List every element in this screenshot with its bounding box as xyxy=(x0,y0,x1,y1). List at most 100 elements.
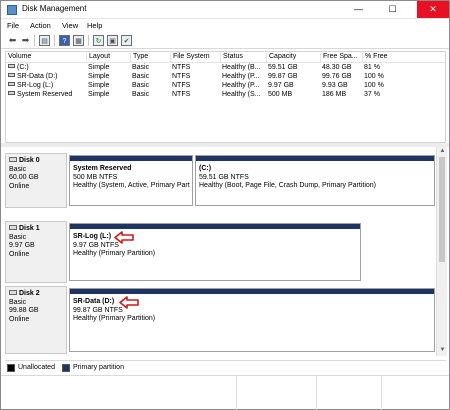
disk-label-0[interactable]: Disk 0 Basic 60.00 GB Online xyxy=(5,153,67,208)
percent-free-cell: 100 % xyxy=(364,73,384,80)
maximize-button[interactable]: ☐ xyxy=(379,1,406,18)
disk-label-2[interactable]: Disk 2 Basic 99.88 GB Online xyxy=(5,286,67,354)
status-bar-divider xyxy=(236,376,237,410)
toolbar-separator xyxy=(88,35,89,46)
disk-size: 60.00 GB xyxy=(9,174,39,181)
menu-view[interactable]: View xyxy=(62,21,78,30)
file-system-cell: NTFS xyxy=(172,73,191,80)
status-cell: Healthy (B... xyxy=(222,64,261,71)
partition-c[interactable]: (C:) 59.51 GB NTFS Healthy (Boot, Page F… xyxy=(195,155,435,206)
capacity-cell: 9.97 GB xyxy=(268,82,294,89)
file-system-cell: NTFS xyxy=(172,91,191,98)
free-space-cell: 9.93 GB xyxy=(322,82,348,89)
console-tree-icon[interactable]: ▤ xyxy=(39,35,50,46)
layout-cell: Simple xyxy=(88,64,110,71)
properties-icon[interactable]: ▦ xyxy=(73,35,84,46)
close-button[interactable]: ✕ xyxy=(417,1,449,18)
column-header-type[interactable]: Type xyxy=(130,53,148,63)
partition-status: Healthy (System, Active, Primary Part xyxy=(73,182,190,190)
menu-file[interactable]: File xyxy=(7,21,19,30)
volume-icon xyxy=(8,91,15,95)
layout-cell: Simple xyxy=(88,91,110,98)
column-header-file-system[interactable]: File System xyxy=(170,53,210,63)
column-header-percent-free[interactable]: % Free xyxy=(362,53,388,63)
refresh-icon[interactable]: ↻ xyxy=(93,35,104,46)
percent-free-cell: 100 % xyxy=(364,82,384,89)
column-header-free-space[interactable]: Free Spa... xyxy=(320,53,358,63)
disk-size: 99.88 GB xyxy=(9,307,39,314)
file-system-cell: NTFS xyxy=(172,64,191,71)
partition-header-bar xyxy=(70,289,434,294)
status-cell: Healthy (P... xyxy=(222,82,260,89)
status-bar-divider xyxy=(381,376,382,410)
status-cell: Healthy (S... xyxy=(222,91,261,98)
percent-free-cell: 37 % xyxy=(364,91,380,98)
disk-row-2: Disk 2 Basic 99.88 GB Online SR-Data (D:… xyxy=(5,286,436,354)
free-space-cell: 48.30 GB xyxy=(322,64,352,71)
volume-name-cell: System Reserved xyxy=(8,91,72,98)
partition-status: Healthy (Primary Partition) xyxy=(73,250,156,258)
scrollbar-thumb[interactable] xyxy=(439,157,445,262)
capacity-cell: 99.87 GB xyxy=(268,73,298,80)
scroll-down-icon[interactable]: ▼ xyxy=(437,347,448,353)
help-icon[interactable]: ? xyxy=(59,35,70,46)
partition-header-bar xyxy=(196,156,434,161)
volume-name-cell: SR-Data (D:) xyxy=(8,73,57,80)
disk-icon xyxy=(9,157,17,162)
disk-icon xyxy=(9,225,17,230)
highlight-arrow-icon xyxy=(114,231,134,244)
type-cell: Basic xyxy=(132,73,150,80)
disk-type: Basic xyxy=(9,298,27,306)
disk-icon xyxy=(9,290,17,295)
partition-size: 99.87 GB NTFS xyxy=(73,306,123,314)
disk-pane-scrollbar[interactable]: ▲ ▼ xyxy=(436,147,447,356)
menu-action[interactable]: Action xyxy=(30,21,51,30)
disk-row-1: Disk 1 Basic 9.97 GB Online SR-Log (L:) … xyxy=(5,221,436,283)
partition-size: 500 MB NTFS xyxy=(73,173,118,181)
volume-row-system-reserved[interactable]: System Reserved Simple Basic NTFS Health… xyxy=(6,91,445,101)
forward-icon[interactable]: ➡ xyxy=(20,35,31,46)
partition-system-reserved[interactable]: System Reserved 500 MB NTFS Healthy (Sys… xyxy=(69,155,193,206)
legend-unallocated-swatch xyxy=(7,364,15,372)
disk-size: 9.97 GB xyxy=(9,242,35,249)
status-cell: Healthy (P... xyxy=(222,73,260,80)
disk-row-0: Disk 0 Basic 60.00 GB Online System Rese… xyxy=(5,153,436,208)
column-header-layout[interactable]: Layout xyxy=(86,53,110,63)
capacity-cell: 59.51 GB xyxy=(268,64,298,71)
toolbar-separator xyxy=(34,35,35,46)
legend-primary-swatch xyxy=(62,364,70,372)
disk-label-1[interactable]: Disk 1 Basic 9.97 GB Online xyxy=(5,221,67,283)
connect-icon[interactable]: ▣ xyxy=(107,35,118,46)
toolbar-separator xyxy=(54,35,55,46)
type-cell: Basic xyxy=(132,82,150,89)
layout-cell: Simple xyxy=(88,73,110,80)
file-system-cell: NTFS xyxy=(172,82,191,89)
volume-list: Volume Layout Type File System Status Ca… xyxy=(5,51,446,143)
column-header-capacity[interactable]: Capacity xyxy=(266,53,296,63)
disk-map-pane: Disk 0 Basic 60.00 GB Online System Rese… xyxy=(5,147,436,356)
volume-icon xyxy=(8,64,15,68)
free-space-cell: 186 MB xyxy=(322,91,347,98)
partition-status: Healthy (Boot, Page File, Crash Dump, Pr… xyxy=(199,182,377,190)
disk-status: Online xyxy=(9,315,30,323)
minimize-button[interactable]: — xyxy=(345,1,372,18)
scroll-up-icon[interactable]: ▲ xyxy=(437,148,448,154)
toolbar: ⬅ ➡ ▤ ? ▦ ↻ ▣ ✔ xyxy=(1,32,449,49)
column-header-volume[interactable]: Volume xyxy=(6,53,31,63)
volume-name-cell: SR-Log (L:) xyxy=(8,82,53,89)
status-bar xyxy=(1,375,449,410)
legend: Unallocated Primary partition xyxy=(5,360,446,372)
rescan-icon[interactable]: ✔ xyxy=(121,35,132,46)
window-title: Disk Management xyxy=(22,4,87,13)
back-icon[interactable]: ⬅ xyxy=(7,35,18,46)
menu-help[interactable]: Help xyxy=(87,21,102,30)
volume-list-header: Volume Layout Type File System Status Ca… xyxy=(6,52,445,63)
type-cell: Basic xyxy=(132,91,150,98)
partition-sr-log[interactable]: SR-Log (L:) 9.97 GB NTFS Healthy (Primar… xyxy=(69,223,361,281)
disk-management-window: Disk Management — ☐ ✕ File Action View H… xyxy=(0,0,450,410)
status-bar-divider xyxy=(316,376,317,410)
column-header-status[interactable]: Status xyxy=(220,53,243,63)
disk-type: Basic xyxy=(9,165,27,173)
partition-sr-data[interactable]: SR-Data (D:) 99.87 GB NTFS Healthy (Prim… xyxy=(69,288,435,352)
free-space-cell: 99.76 GB xyxy=(322,73,352,80)
